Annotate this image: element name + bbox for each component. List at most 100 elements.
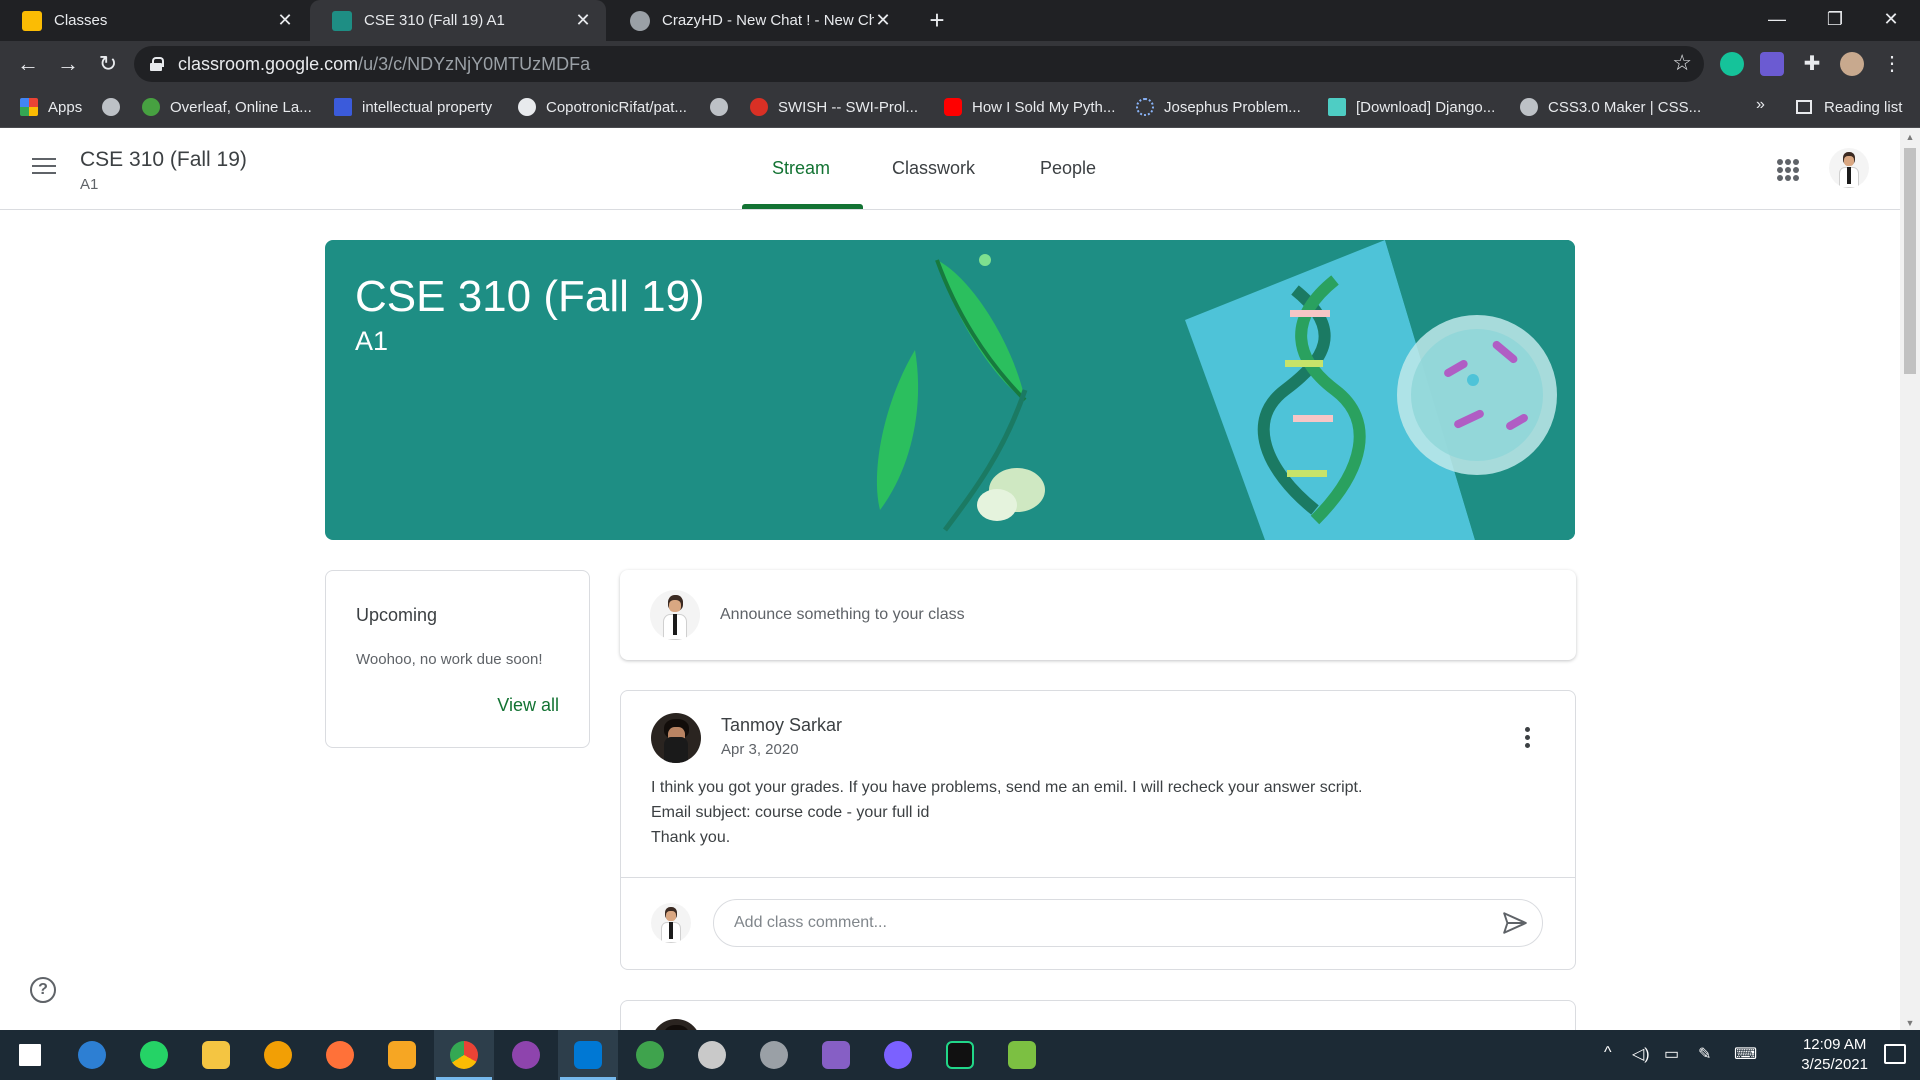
globe-icon xyxy=(710,98,728,116)
post-line: I think you got your grades. If you have… xyxy=(651,779,1363,796)
system-clock[interactable]: 12:09 AM 3/25/2021 xyxy=(1801,1035,1868,1075)
upcoming-empty-text: Woohoo, no work due soon! xyxy=(356,651,543,668)
grammarly-icon[interactable] xyxy=(1720,52,1744,76)
post-divider xyxy=(621,877,1575,878)
address-bar[interactable]: classroom.google.com/u/3/c/NDYzNjY0MTUzM… xyxy=(134,46,1704,82)
class-title[interactable]: CSE 310 (Fall 19) xyxy=(80,148,247,172)
post-author: Tanmoy Sarkar xyxy=(721,715,843,735)
reading-list-icon xyxy=(1796,100,1812,114)
browser-toolbar: ← → ↻ classroom.google.com/u/3/c/NDYzNjY… xyxy=(0,41,1920,87)
classroom-favicon-icon xyxy=(22,10,42,31)
firefox-icon[interactable] xyxy=(310,1030,370,1080)
clock-date: 3/25/2021 xyxy=(1801,1056,1868,1073)
send-icon[interactable] xyxy=(1502,910,1528,936)
bookmark-josephus[interactable]: Josephus Problem... xyxy=(1136,87,1301,127)
github-desktop-icon[interactable] xyxy=(496,1030,556,1080)
bookmarks-overflow-button[interactable]: » xyxy=(1756,96,1765,114)
google-apps-icon[interactable] xyxy=(1777,159,1799,181)
network-icon[interactable]: ▭ xyxy=(1664,1044,1679,1064)
globe-icon xyxy=(630,10,650,31)
class-comment-input[interactable]: Add class comment... xyxy=(713,899,1543,947)
messenger-icon[interactable] xyxy=(868,1030,928,1080)
github-icon xyxy=(518,98,536,116)
new-tab-button[interactable]: + xyxy=(922,4,952,36)
class-section: A1 xyxy=(80,176,99,193)
s-icon xyxy=(334,98,352,116)
hamburger-menu-icon[interactable] xyxy=(32,158,56,176)
tab-stream[interactable]: Stream xyxy=(772,158,830,179)
tab-crazyhd[interactable]: CrazyHD - New Chat ! - New Chat ✕ xyxy=(608,0,906,41)
whatsapp-icon[interactable] xyxy=(124,1030,184,1080)
account-avatar[interactable] xyxy=(1829,148,1869,188)
bookmark-youtube[interactable]: How I Sold My Pyth... xyxy=(944,87,1115,127)
tab-people[interactable]: People xyxy=(1040,158,1096,179)
tab-class-stream[interactable]: CSE 310 (Fall 19) A1 ✕ xyxy=(310,0,606,41)
pycharm-icon[interactable] xyxy=(930,1030,990,1080)
app-icon[interactable] xyxy=(372,1030,432,1080)
tab-classes[interactable]: Classes ✕ xyxy=(0,0,308,41)
bookmark-swish[interactable]: SWISH -- SWI-Prol... xyxy=(750,87,918,127)
keyboard-icon[interactable]: ⌨ xyxy=(1734,1044,1757,1064)
chrome-icon[interactable] xyxy=(434,1030,494,1080)
bookmarks-bar: Apps Overleaf, Online La... intellectual… xyxy=(0,87,1920,128)
show-hidden-icons-icon[interactable]: ^ xyxy=(1604,1044,1612,1062)
file-explorer-icon[interactable] xyxy=(186,1030,246,1080)
bookmark-django[interactable]: [Download] Django... xyxy=(1328,87,1495,127)
bookmark-github[interactable]: CopotronicRifat/pat... xyxy=(518,87,687,127)
reading-list-button[interactable]: Reading list xyxy=(1796,87,1902,127)
bookmark-star-icon[interactable]: ☆ xyxy=(1672,50,1692,76)
vscode-icon[interactable] xyxy=(558,1030,618,1080)
menu-icon[interactable]: ⋮ xyxy=(1880,52,1904,76)
paint-icon[interactable] xyxy=(682,1030,742,1080)
bookmark-globe-2[interactable] xyxy=(710,87,738,127)
windows-start-icon[interactable] xyxy=(0,1030,60,1080)
stream-post: Tanmoy Sarkar Apr 3, 2020 I think you go… xyxy=(620,690,1576,970)
scrollbar-thumb[interactable] xyxy=(1904,148,1916,374)
post-date[interactable]: Apr 3, 2020 xyxy=(721,741,799,758)
post-line: Thank you. xyxy=(651,829,731,846)
view-all-link[interactable]: View all xyxy=(497,695,559,716)
overleaf-icon xyxy=(142,98,160,116)
announce-placeholder[interactable]: Announce something to your class xyxy=(720,606,965,624)
bookmark-overleaf[interactable]: Overleaf, Online La... xyxy=(142,87,312,127)
download-icon xyxy=(1328,98,1346,116)
banner-section: A1 xyxy=(355,326,389,356)
close-icon[interactable]: ✕ xyxy=(874,10,892,31)
restore-button[interactable]: ❐ xyxy=(1806,0,1864,41)
bookmark-apps[interactable]: Apps xyxy=(20,87,82,127)
bookmark-css3-maker[interactable]: CSS3.0 Maker | CSS... xyxy=(1520,87,1701,127)
minimize-button[interactable]: — xyxy=(1748,0,1806,41)
sync-icon[interactable] xyxy=(62,1030,122,1080)
volume-icon[interactable]: ◁) xyxy=(1632,1044,1650,1064)
extension-icon[interactable] xyxy=(1760,52,1784,76)
scroll-up-icon[interactable]: ▲ xyxy=(1904,132,1916,142)
notifications-icon[interactable] xyxy=(1884,1044,1906,1064)
author-avatar xyxy=(651,713,701,763)
back-button[interactable]: ← xyxy=(12,48,44,80)
password-manager-icon[interactable] xyxy=(248,1030,308,1080)
page-scrollbar[interactable]: ▲ ▼ xyxy=(1900,128,1920,1030)
loading-icon xyxy=(1136,98,1154,116)
profile-avatar[interactable] xyxy=(1840,52,1864,76)
scroll-down-icon[interactable]: ▼ xyxy=(1904,1018,1916,1028)
visual-studio-icon[interactable] xyxy=(806,1030,866,1080)
help-icon[interactable]: ? xyxy=(30,977,56,1003)
announce-box[interactable]: Announce something to your class xyxy=(620,570,1576,660)
close-icon[interactable]: ✕ xyxy=(276,10,294,31)
bookmark-intellectual-property[interactable]: intellectual property xyxy=(334,87,492,127)
satellite-icon[interactable] xyxy=(744,1030,804,1080)
pen-icon[interactable]: ✎ xyxy=(1698,1044,1711,1064)
earth-icon[interactable] xyxy=(620,1030,680,1080)
tab-classwork[interactable]: Classwork xyxy=(892,158,975,179)
bookmark-globe[interactable] xyxy=(102,87,130,127)
close-window-button[interactable]: ✕ xyxy=(1862,0,1920,41)
close-icon[interactable]: ✕ xyxy=(574,10,592,31)
more-options-icon[interactable] xyxy=(1525,727,1531,749)
reload-button[interactable]: ↻ xyxy=(92,48,124,80)
puzzle-icon[interactable]: ✚ xyxy=(1800,52,1824,76)
browser-tab-strip: Classes ✕ CSE 310 (Fall 19) A1 ✕ CrazyHD… xyxy=(0,0,1920,41)
classroom-favicon-icon xyxy=(332,10,352,31)
forward-button[interactable]: → xyxy=(52,48,84,80)
notepad-icon[interactable] xyxy=(992,1030,1052,1080)
clock-time: 12:09 AM xyxy=(1802,1036,1867,1053)
